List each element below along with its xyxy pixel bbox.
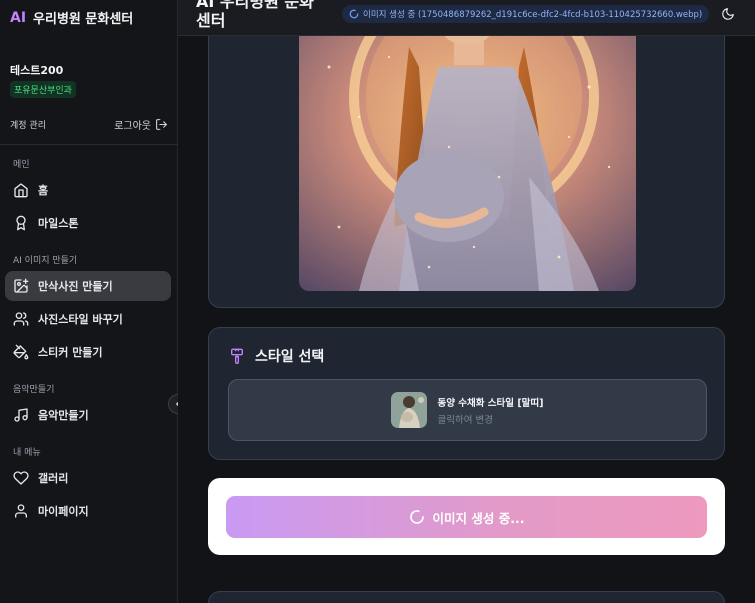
heart-icon <box>13 471 29 485</box>
generation-status-badge: 이미지 생성 중 (1750486879262_d191c6ce-dfc2-4f… <box>342 5 710 23</box>
selected-style-name: 동양 수채화 스타일 [말띠] <box>437 397 544 409</box>
brand[interactable]: AI 우리병원 문화센터 <box>10 8 134 28</box>
generate-card: 이미지 생성 중... <box>208 478 725 555</box>
next-section-card <box>208 591 725 603</box>
style-thumbnail <box>391 392 428 428</box>
sidebar-item-label: 마이페이지 <box>38 505 89 518</box>
brand-logo: AI <box>10 9 27 26</box>
style-text-group: 동양 수채화 스타일 [말띠] 클릭하여 변경 <box>437 395 543 426</box>
award-icon <box>16 215 26 231</box>
sidebar-item-sticker[interactable]: 스티커 만들기 <box>5 337 171 367</box>
style-section-title: 스타일 선택 <box>255 349 325 365</box>
generate-button-label: 이미지 생성 중... <box>432 510 525 526</box>
sidebar-item-label: 홈 <box>38 184 49 197</box>
music-icon <box>14 408 28 422</box>
generated-maternity-image <box>299 36 636 291</box>
sidebar-item-home[interactable]: 홈 <box>5 175 171 205</box>
section-label-ai-image: AI 이미지 만들기 <box>13 256 78 266</box>
generation-status-text: 이미지 생성 중 (1750486879262_d191c6ce-dfc2-4f… <box>363 10 703 20</box>
section-label-my-menu: 내 메뉴 <box>13 448 41 458</box>
department-badge: 포유문산부인과 <box>10 81 76 98</box>
main-content: 스타일 선택 동양 수채화 스타일 [말띠] 클릭하여 변경 이미지 생성 중.… <box>178 36 755 603</box>
sidebar-item-label: 음악만들기 <box>38 409 89 422</box>
generate-image-button[interactable]: 이미지 생성 중... <box>226 496 707 538</box>
users-icon <box>13 312 29 326</box>
brand-name: 우리병원 문화센터 <box>33 12 134 27</box>
page-title: AI 우리병원 문화센터 <box>196 0 314 30</box>
user-icon <box>15 504 27 518</box>
sidebar-item-mypage[interactable]: 마이페이지 <box>5 496 171 526</box>
logout-label: 로그아웃 <box>114 121 151 132</box>
top-bar: AI 우리병원 문화센터 이미지 생성 중 (1750486879262_d19… <box>178 0 755 36</box>
image-plus-icon <box>14 278 29 293</box>
sidebar-item-maternity-photo[interactable]: 만삭사진 만들기 <box>5 271 171 301</box>
sidebar-item-label: 만삭사진 만들기 <box>38 280 113 293</box>
section-label-music: 음악만들기 <box>13 385 55 395</box>
sidebar-item-label: 갤러리 <box>38 472 69 485</box>
moon-icon[interactable] <box>721 7 735 21</box>
change-style-hint: 클릭하여 변경 <box>437 414 493 426</box>
sidebar: AI 우리병원 문화센터 테스트200 포유문산부인과 계정 관리 로그아웃 메… <box>0 0 178 603</box>
sidebar-item-gallery[interactable]: 갤러리 <box>5 463 171 493</box>
home-icon <box>14 183 28 198</box>
sidebar-item-label: 사진스타일 바꾸기 <box>38 313 123 326</box>
app-root: AI 우리병원 문화센터 테스트200 포유문산부인과 계정 관리 로그아웃 메… <box>0 0 755 603</box>
sidebar-divider <box>0 144 178 145</box>
spinner-icon <box>409 510 424 524</box>
style-selector-button[interactable]: 동양 수채화 스타일 [말띠] 클릭하여 변경 <box>228 379 707 441</box>
sidebar-item-music[interactable]: 음악만들기 <box>5 400 171 430</box>
sidebar-item-photo-style[interactable]: 사진스타일 바꾸기 <box>5 304 171 334</box>
account-manage-link[interactable]: 계정 관리 <box>10 118 46 131</box>
sidebar-item-milestone[interactable]: 마일스톤 <box>5 208 171 238</box>
sidebar-item-label: 스티커 만들기 <box>38 346 103 359</box>
style-selection-card: 스타일 선택 동양 수채화 스타일 [말띠] 클릭하여 변경 <box>208 327 725 460</box>
result-image-card <box>208 36 725 308</box>
user-name: 테스트200 <box>10 64 64 77</box>
section-label-main: 메인 <box>13 160 30 170</box>
style-section-header: 스타일 선택 <box>229 346 324 366</box>
logout-icon <box>156 119 167 130</box>
sidebar-item-label: 마일스톤 <box>38 217 79 230</box>
paintbrush-icon <box>231 348 243 364</box>
logout-button[interactable]: 로그아웃 <box>114 117 168 132</box>
paint-bucket-icon <box>13 344 29 360</box>
spinner-icon <box>349 9 359 19</box>
account-row: 계정 관리 로그아웃 <box>10 117 168 132</box>
